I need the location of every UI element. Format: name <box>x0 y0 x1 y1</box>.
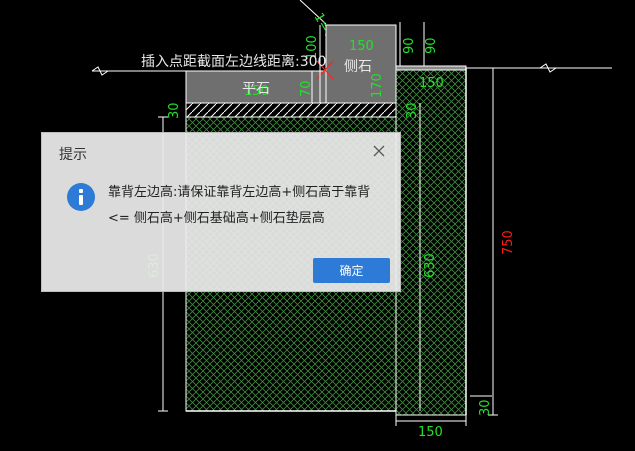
dim-150-bottom: 150 <box>418 425 443 440</box>
insert-distance-label: 插入点距截面左边线距离:300 <box>141 53 326 70</box>
dim-30-bedding: 30 <box>167 102 182 119</box>
dim-170: 170 <box>370 73 385 98</box>
dim-90-b: 90 <box>424 37 439 54</box>
dialog-title: 提示 <box>59 147 87 163</box>
close-icon[interactable] <box>371 143 387 159</box>
dim-750: 750 <box>501 230 516 255</box>
dim-630-right: 630 <box>423 253 438 278</box>
backing-concrete <box>395 69 467 416</box>
alert-dialog: 提示 靠背左边高:请保证靠背左边高+侧石高于靠背 <= 侧石高+侧石基础高+侧石… <box>41 132 401 292</box>
dim-70: 70 <box>299 80 314 97</box>
dim-150-backing: 150 <box>419 76 444 91</box>
bedding-layer <box>185 102 397 118</box>
backing-cap <box>395 65 467 71</box>
ok-button[interactable]: 确定 <box>313 258 390 283</box>
dim-150-curb: 150 <box>349 39 374 54</box>
info-icon <box>67 183 95 211</box>
flat-stone-label: 平石 <box>242 81 270 97</box>
cad-canvas[interactable]: 1=0 150 100 170 70 150 90 90 150 30 30 6… <box>0 0 635 451</box>
dim-90-a: 90 <box>402 37 417 54</box>
dim-30-bottom: 30 <box>478 399 493 416</box>
dim-30-right: 30 <box>405 102 420 119</box>
dialog-message: 靠背左边高:请保证靠背左边高+侧石高于靠背 <= 侧石高+侧石基础高+侧石垫层高 <box>108 185 371 226</box>
curb-label: 侧石 <box>344 59 372 75</box>
